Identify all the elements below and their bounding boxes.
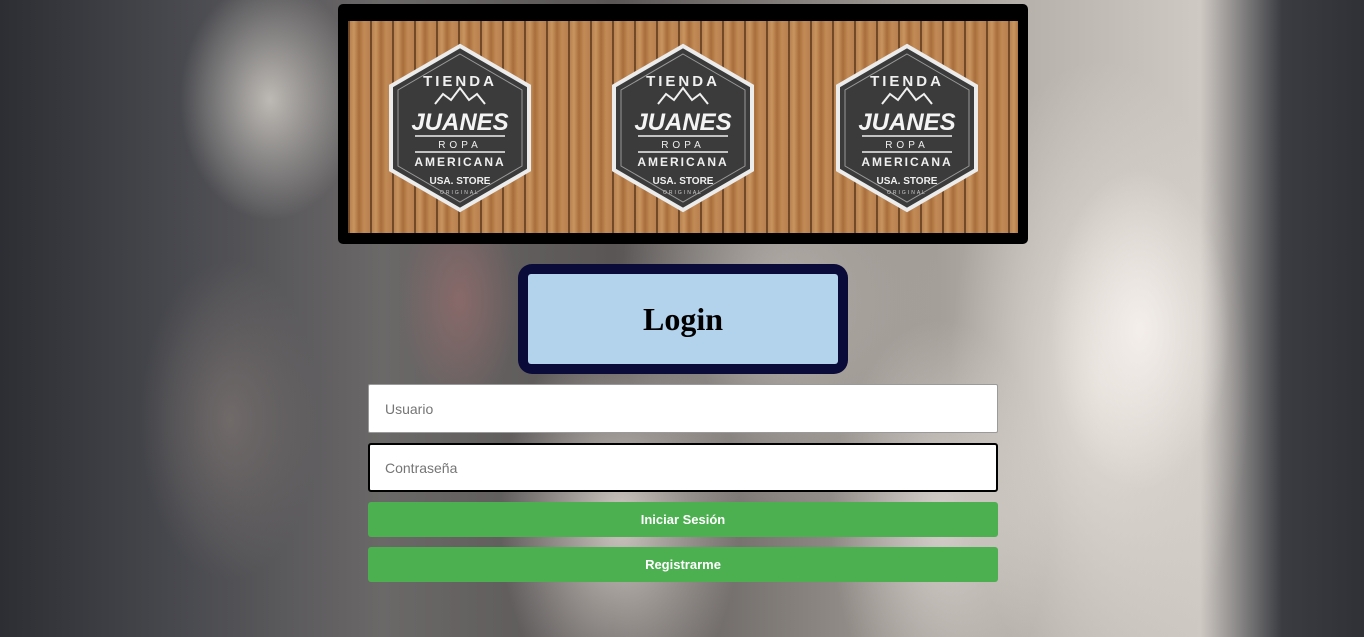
logo-line4: ORIGINAL — [663, 190, 703, 196]
logo-brand: JUANES — [634, 109, 731, 136]
logo-line1: ROPA — [661, 140, 705, 151]
logo-brand: JUANES — [411, 109, 508, 136]
logo-line1: ROPA — [885, 140, 929, 151]
logo-line1: ROPA — [438, 140, 482, 151]
logo-line4: ORIGINAL — [440, 190, 480, 196]
logo-line2: AMERICANA — [861, 155, 952, 169]
logo-line4: ORIGINAL — [887, 190, 927, 196]
store-banner: TIENDA JUANES ROPA AMERICANA USA. STORE … — [338, 4, 1028, 244]
login-button[interactable]: Iniciar Sesión — [368, 502, 998, 537]
store-logo-badge: TIENDA JUANES ROPA AMERICANA USA. STORE … — [832, 42, 982, 214]
login-title-box: Login — [518, 264, 848, 374]
register-button[interactable]: Registrarme — [368, 547, 998, 582]
wood-background: TIENDA JUANES ROPA AMERICANA USA. STORE … — [348, 21, 1018, 233]
logo-line3: USA. STORE — [877, 176, 938, 187]
login-title-panel: Login — [528, 274, 838, 364]
store-logo-badge: TIENDA JUANES ROPA AMERICANA USA. STORE … — [385, 42, 535, 214]
username-input[interactable] — [368, 384, 998, 433]
logo-line2: AMERICANA — [637, 155, 728, 169]
logo-line2: AMERICANA — [414, 155, 505, 169]
password-input[interactable] — [368, 443, 998, 492]
logo-line3: USA. STORE — [430, 176, 491, 187]
logo-brand: JUANES — [858, 109, 955, 136]
logo-line3: USA. STORE — [653, 176, 714, 187]
login-title: Login — [642, 300, 724, 337]
store-logo-badge: TIENDA JUANES ROPA AMERICANA USA. STORE … — [608, 42, 758, 214]
